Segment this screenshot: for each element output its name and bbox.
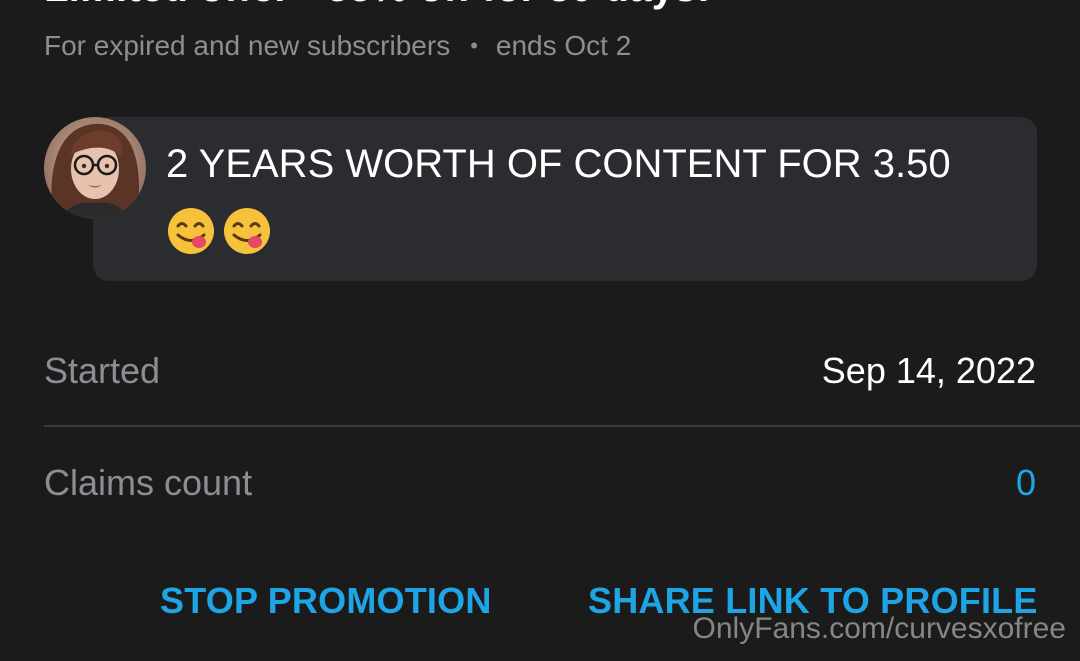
claims-count-label: Claims count: [44, 462, 253, 503]
emoji-row: [166, 206, 272, 256]
watermark: OnlyFans.com/curvesxofree: [692, 612, 1066, 645]
face-savoring-food-emoji-icon: [224, 208, 270, 254]
claims-count-value[interactable]: 0: [1016, 462, 1036, 504]
avatar[interactable]: [44, 117, 146, 219]
offer-title: Limited offer - 55% off for 30 days!: [44, 0, 710, 11]
stop-promotion-button[interactable]: STOP PROMOTION: [160, 580, 492, 622]
message-text: 2 YEARS WORTH OF CONTENT FOR 3.50: [166, 142, 951, 186]
started-label: Started: [44, 350, 161, 391]
audience-text: For expired and new subscribers: [44, 30, 451, 61]
end-date-text: ends Oct 2: [495, 30, 632, 61]
offer-subtitle: For expired and new subscribers • ends O…: [44, 30, 631, 62]
face-savoring-food-emoji-icon: [168, 208, 214, 254]
started-value: Sep 14, 2022: [821, 350, 1036, 391]
separator-dot: •: [470, 33, 478, 58]
avatar-image: [44, 117, 146, 219]
divider: [44, 425, 1080, 427]
